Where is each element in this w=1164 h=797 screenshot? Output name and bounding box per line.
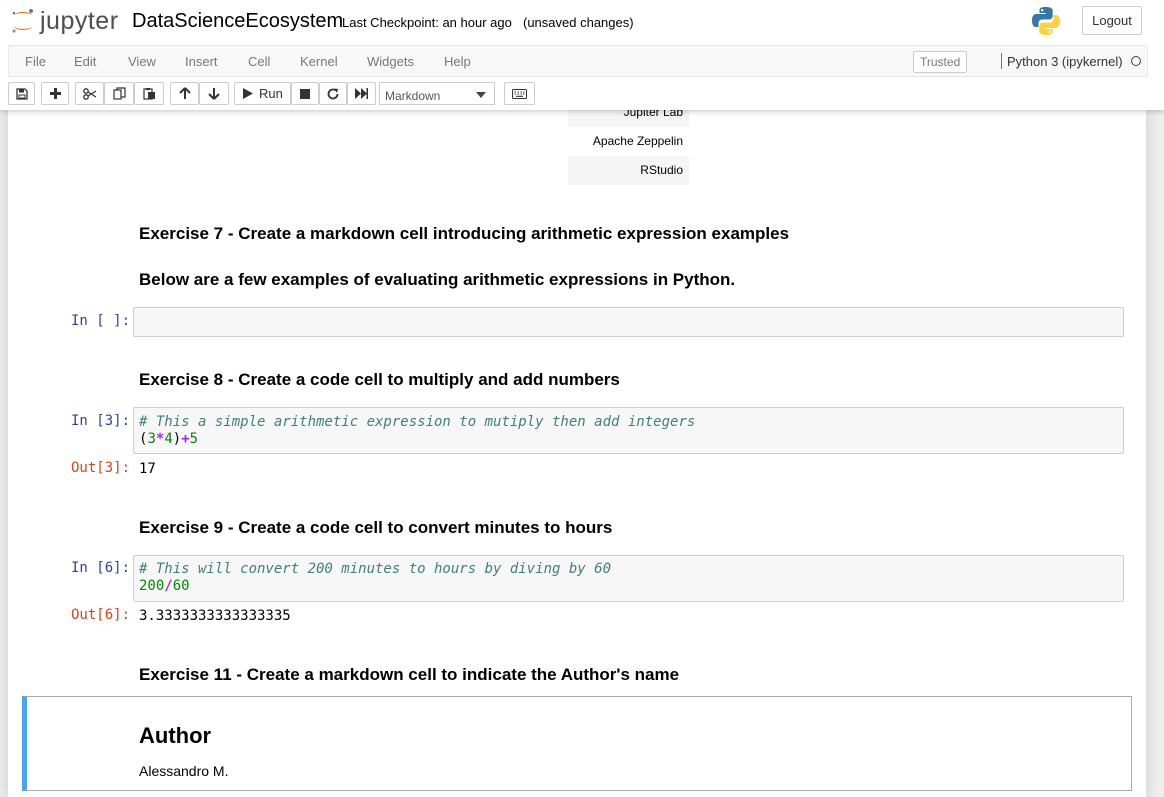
menu-kernel[interactable]: Kernel [300, 54, 338, 69]
fast-forward-icon [355, 88, 368, 99]
code-comment: # This will convert 200 minutes to hours… [139, 561, 612, 577]
keyboard-icon [512, 88, 527, 99]
kernel-name[interactable]: Python 3 (ipykernel) [1007, 54, 1123, 69]
exercise-8-heading: Exercise 8 - Create a code cell to multi… [139, 370, 620, 389]
checkpoint-status: Last Checkpoint: an hour ago [342, 15, 512, 30]
code-input-empty[interactable] [133, 307, 1124, 337]
cut-button[interactable] [75, 82, 104, 105]
move-up-button[interactable] [170, 82, 199, 105]
table-cell: RStudio [640, 163, 683, 177]
arrow-down-icon [208, 88, 220, 100]
jupyter-icon [12, 9, 33, 33]
table-row: Jupiter Lab [568, 110, 689, 127]
output-prompt: Out[3]: [71, 460, 131, 476]
code-token: 3 [147, 431, 156, 447]
input-prompt: In [ ]: [71, 313, 131, 329]
copy-icon [112, 87, 126, 100]
insert-cell-button[interactable] [41, 82, 69, 105]
code-token: + [181, 431, 190, 447]
menu-edit[interactable]: Edit [74, 54, 96, 69]
code-input-cell-3[interactable]: # This a simple arithmetic expression to… [133, 407, 1124, 454]
code-token: ) [172, 431, 182, 447]
exercise-7-heading: Exercise 7 - Create a markdown cell intr… [139, 224, 790, 243]
selected-markdown-cell[interactable]: Author Alessandro M. [22, 696, 1132, 791]
code-line: 200/60 [139, 578, 190, 594]
autosave-status: (unsaved changes) [523, 15, 634, 30]
author-heading: Author [139, 723, 212, 748]
save-button[interactable] [8, 82, 35, 105]
code-input-cell-6[interactable]: # This will convert 200 minutes to hours… [133, 555, 1124, 602]
author-name: Alessandro M. [139, 763, 229, 779]
menu-view[interactable]: View [128, 54, 156, 69]
paste-icon [142, 88, 155, 100]
notebook-header: jupyter DataScienceEcosystem Last Checkp… [0, 0, 1164, 110]
interrupt-button[interactable] [291, 82, 319, 105]
cell-output: 17 [139, 461, 156, 477]
paste-button[interactable] [134, 82, 164, 105]
chevron-down-icon [476, 92, 486, 98]
run-button[interactable]: Run [234, 82, 291, 105]
logout-button[interactable]: Logout [1082, 6, 1142, 35]
menu-help[interactable]: Help [444, 54, 471, 69]
table-cell: Apache Zeppelin [592, 134, 683, 148]
cell-output: 3.3333333333333335 [139, 608, 291, 624]
exercise-9-heading: Exercise 9 - Create a code cell to conve… [139, 518, 613, 537]
output-prompt: Out[6]: [71, 607, 131, 623]
code-comment: # This a simple arithmetic expression to… [139, 414, 696, 430]
restart-icon [327, 88, 339, 99]
kernel-separator [1001, 53, 1002, 69]
code-token: 200 [139, 578, 165, 594]
kernel-idle-icon [1131, 56, 1141, 66]
menu-cell[interactable]: Cell [248, 54, 270, 69]
copy-button[interactable] [104, 82, 134, 105]
code-token: 4 [164, 431, 173, 447]
jupyter-logo[interactable]: jupyter [10, 6, 119, 36]
input-prompt: In [6]: [71, 560, 131, 576]
cell-type-select[interactable]: Markdown [379, 82, 495, 105]
restart-button[interactable] [319, 82, 347, 105]
menu-widgets[interactable]: Widgets [367, 54, 414, 69]
code-token: 60 [172, 578, 190, 594]
trusted-indicator[interactable]: Trusted [913, 51, 968, 73]
plus-icon [49, 88, 61, 99]
code-token: 5 [189, 431, 199, 447]
menu-file[interactable]: File [25, 54, 46, 69]
code-line: (3*4)+5 [139, 431, 198, 447]
stop-icon [300, 88, 310, 99]
cell-type-value: Markdown [385, 89, 441, 103]
table-cell: Jupiter Lab [623, 110, 683, 119]
restart-run-all-button[interactable] [347, 82, 376, 105]
arrow-up-icon [178, 87, 191, 99]
code-token: / [164, 578, 173, 594]
jupyter-logo-text: jupyter [40, 6, 119, 35]
exercise-11-heading: Exercise 11 - Create a markdown cell to … [139, 665, 680, 684]
menu-insert[interactable]: Insert [185, 54, 218, 69]
move-down-button[interactable] [199, 82, 229, 105]
command-palette-button[interactable] [504, 82, 535, 105]
save-icon [15, 87, 28, 100]
run-label: Run [259, 86, 283, 101]
input-prompt: In [3]: [71, 413, 131, 429]
python-logo-icon [1032, 7, 1060, 35]
table-row: RStudio [568, 156, 689, 185]
notebook-title[interactable]: DataScienceEcosystem [132, 10, 343, 33]
table-row: Apache Zeppelin [568, 127, 689, 156]
exercise-7-subheading: Below are a few examples of evaluating a… [139, 270, 736, 289]
run-icon [243, 88, 253, 99]
menubar: File Edit View Insert Cell Kernel Widget… [8, 45, 1148, 77]
notebook-container: Jupiter Lab Apache Zeppelin RStudio Exer… [8, 110, 1146, 797]
cut-icon [82, 87, 96, 100]
